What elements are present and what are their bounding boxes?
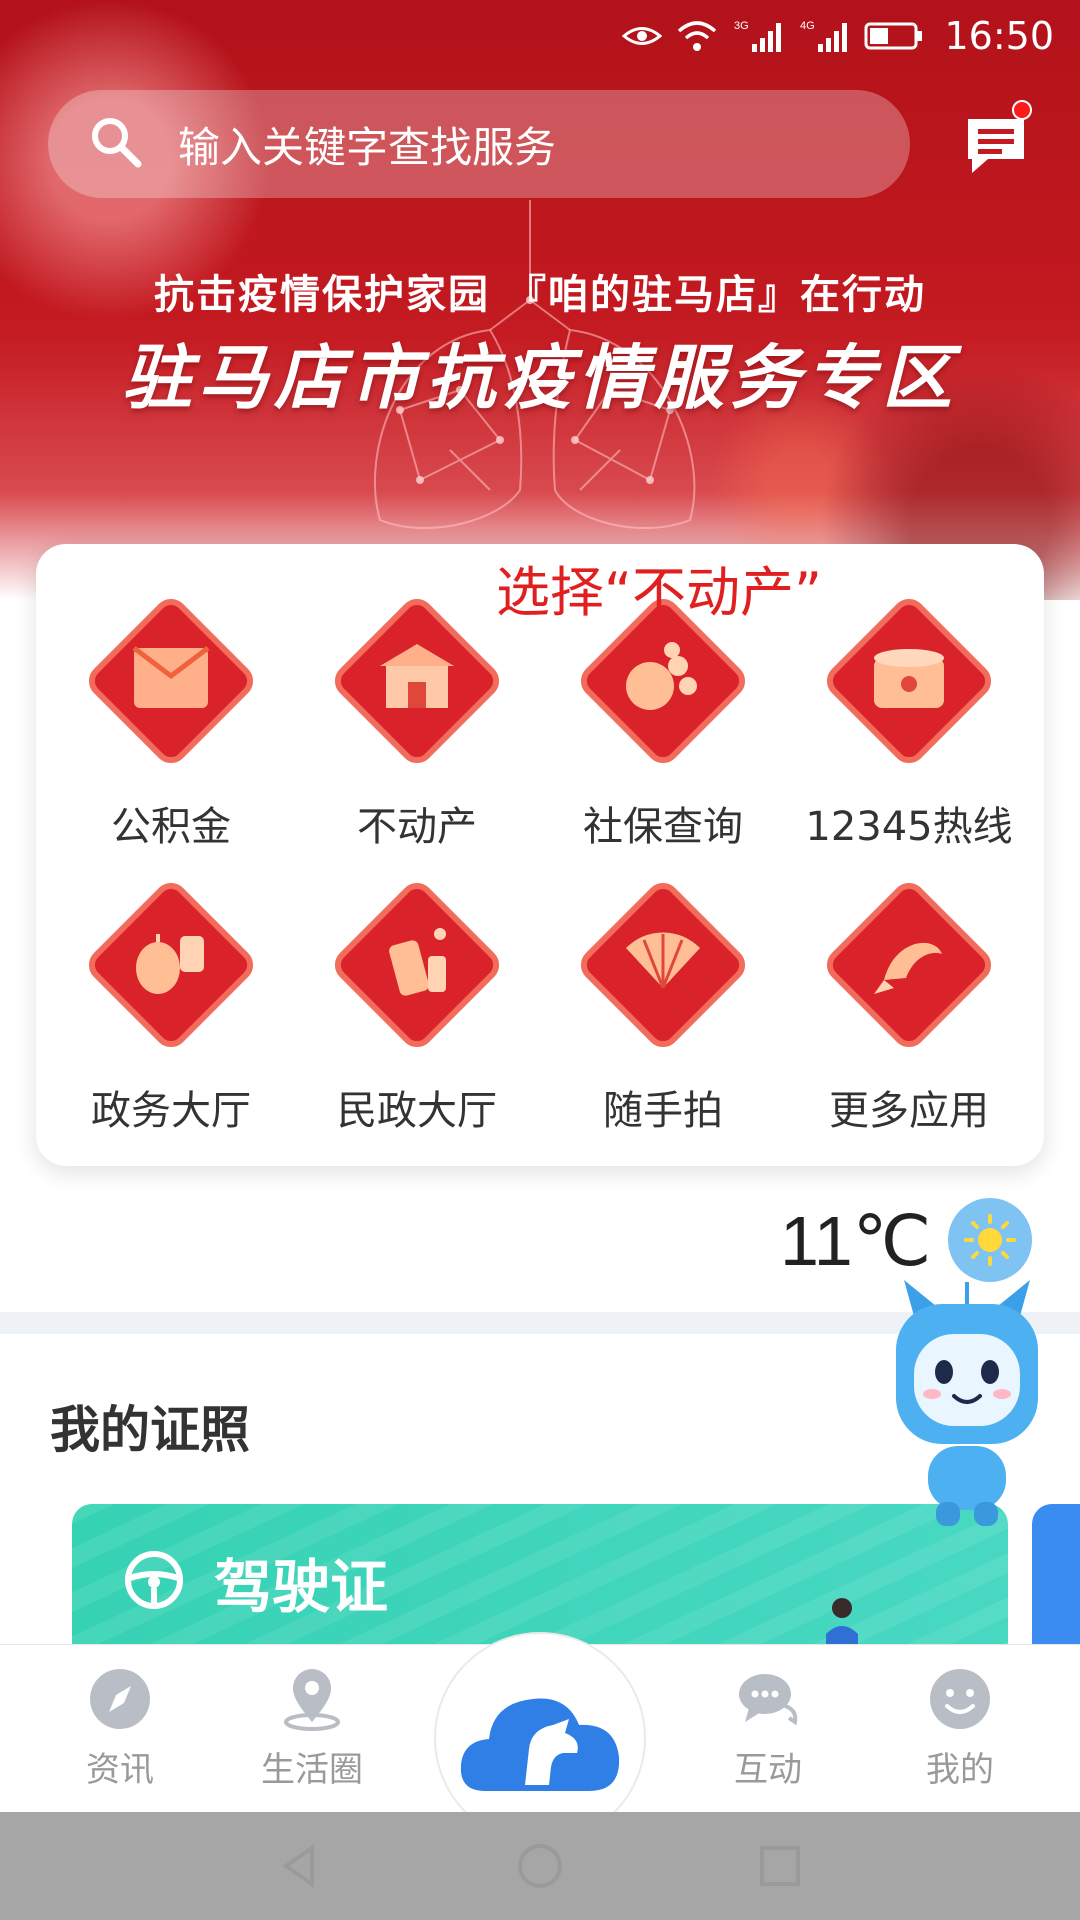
smiley-icon [930,1669,990,1729]
tab-label: 生活圈 [261,1750,363,1790]
weather-temperature: 11℃ [780,1202,932,1280]
home-icon[interactable] [512,1838,568,1894]
service-more-apps[interactable]: 更多应用 [786,870,1032,1134]
house-icon [322,586,512,776]
system-navigation-bar [0,1812,1080,1920]
battery-icon [864,20,924,52]
service-snapshot[interactable]: 随手拍 [540,870,786,1134]
search-input[interactable]: 输入关键字查找服务 [178,114,556,175]
eye-comfort-icon [622,21,663,51]
back-icon[interactable] [272,1838,328,1894]
status-bar: 3G 4G 16:50 [0,0,1080,72]
net-3g-label: 3G [734,20,749,32]
instruction-annotation: 选择“不动产” [496,561,822,624]
service-label: 公积金 [111,804,231,850]
my-licenses-title: 我的证照 [50,1401,250,1459]
service-label: 民政大厅 [337,1088,497,1134]
message-button[interactable] [958,100,1034,184]
drum-icon [814,586,1004,776]
service-label: 政务大厅 [91,1088,251,1134]
compass-icon [90,1669,150,1729]
tab-label: 我的 [926,1750,994,1790]
signal-3g-icon: 3G [732,18,784,54]
tab-interaction[interactable]: 互动 [678,1666,858,1806]
clock: 16:50 [944,14,1054,58]
service-housing-fund[interactable]: 公积金 [48,586,294,850]
service-label: 不动产 [357,804,477,850]
firecracker-icon [322,870,512,1060]
tab-label: 资讯 [86,1750,154,1790]
service-hotline-12345[interactable]: 12345热线 [786,586,1032,850]
license-name: 驾驶证 [214,1553,389,1621]
fan-icon [568,870,758,1060]
koi-icon [814,870,1004,1060]
unread-badge [1012,100,1032,120]
tab-news[interactable]: 资讯 [30,1666,210,1806]
service-label: 更多应用 [829,1088,989,1134]
wifi-icon [676,19,718,53]
location-pin-icon [284,1669,340,1731]
red-envelope-icon [76,586,266,776]
banner-title: 驻马店市抗疫情服务专区 [122,337,958,419]
search-bar[interactable]: 输入关键字查找服务 [48,90,910,198]
banner: 3G 4G 16:50 输入关键字查找服务 抗击疫情保护家园 『咱的驻马店』在行… [0,0,1080,600]
message-icon [968,119,1024,173]
recents-icon[interactable] [752,1838,808,1894]
service-civil-affairs-hall[interactable]: 民政大厅 [294,870,540,1134]
robot-mascot[interactable] [874,1276,1060,1536]
tab-label: 互动 [734,1750,802,1790]
steering-wheel-icon [125,1551,183,1609]
cloud-horse-logo-icon [460,1698,620,1791]
signal-4g-icon: 4G [798,18,850,54]
service-government-hall[interactable]: 政务大厅 [48,870,294,1134]
tab-mine[interactable]: 我的 [870,1666,1050,1806]
service-label: 社保查询 [583,804,743,850]
banner-subtitle: 抗击疫情保护家园 『咱的驻马店』在行动 [154,272,926,318]
net-4g-label: 4G [800,20,815,32]
lantern-icon [76,870,266,1060]
chat-bubbles-icon [739,1674,798,1726]
search-icon [88,114,144,174]
sun-icon[interactable] [948,1198,1032,1282]
service-label: 12345热线 [805,804,1013,850]
tab-life-circle[interactable]: 生活圈 [222,1666,402,1806]
service-label: 随手拍 [603,1088,723,1134]
